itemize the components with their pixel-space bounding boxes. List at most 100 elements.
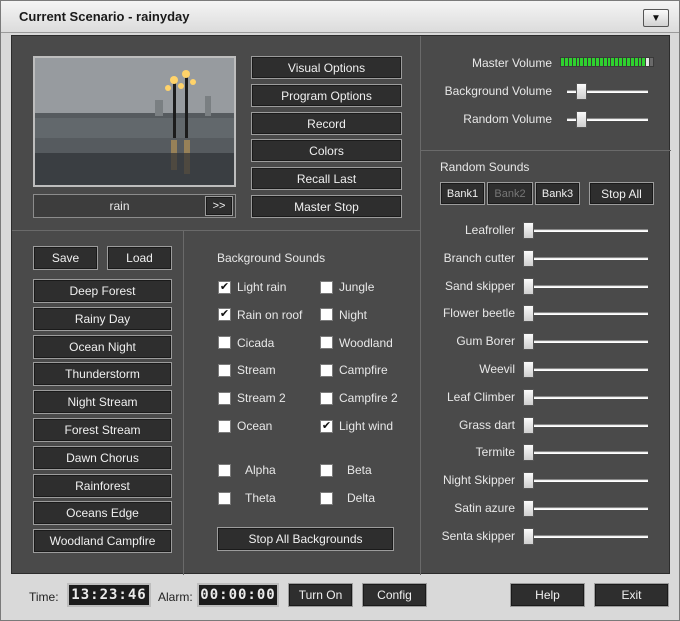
scenario-button[interactable]: Forest Stream	[33, 418, 172, 442]
checkbox[interactable]: ✔	[218, 308, 231, 322]
slider-thumb[interactable]	[523, 500, 534, 517]
alarm-label: Alarm:	[158, 590, 193, 604]
meter-segment	[642, 58, 646, 66]
random-sound-slider[interactable]	[523, 222, 648, 239]
background-sound-checkbox-row[interactable]: Stream 2	[218, 391, 286, 405]
scenario-button[interactable]: Deep Forest	[33, 279, 172, 303]
slider-thumb[interactable]	[523, 277, 534, 295]
scenario-button[interactable]: Night Stream	[33, 390, 172, 415]
random-sound-slider[interactable]	[523, 444, 648, 462]
turn-on-button[interactable]: Turn On	[288, 583, 353, 607]
background-sound-label: Campfire 2	[339, 391, 398, 406]
slider-thumb[interactable]	[523, 305, 534, 323]
stop-all-random-button[interactable]: Stop All	[589, 182, 654, 205]
background-sound-checkbox-row[interactable]: Campfire 2	[320, 391, 398, 405]
checkbox[interactable]: ✔	[218, 280, 231, 294]
scenario-button[interactable]: Thunderstorm	[33, 362, 172, 387]
exit-button[interactable]: Exit	[594, 583, 669, 607]
brainwave-checkbox-row[interactable]: Delta	[320, 491, 375, 505]
background-sound-checkbox-row[interactable]: Cicada	[218, 336, 274, 350]
brainwave-checkbox-row[interactable]: Theta	[218, 491, 276, 505]
background-sound-checkbox-row[interactable]: ✔ Rain on roof	[218, 308, 302, 322]
background-sound-checkbox-row[interactable]: Ocean	[218, 419, 272, 433]
checkbox[interactable]	[320, 336, 333, 350]
checkbox[interactable]	[218, 491, 231, 505]
slider-thumb[interactable]	[576, 83, 588, 100]
background-sound-label: Campfire	[339, 363, 388, 378]
checkbox[interactable]	[320, 463, 333, 477]
brainwave-checkbox-row[interactable]: Beta	[320, 463, 372, 477]
next-image-button[interactable]: >>	[205, 196, 233, 216]
random-sound-label: Flower beetle	[442, 306, 515, 321]
background-sound-checkbox-row[interactable]: Campfire	[320, 363, 388, 377]
background-sound-checkbox-row[interactable]: Woodland	[320, 336, 393, 350]
random-sound-slider[interactable]	[523, 305, 648, 323]
scenario-button[interactable]: Dawn Chorus	[33, 445, 172, 470]
slider-thumb[interactable]	[576, 111, 588, 128]
brainwave-checkbox-row[interactable]: Alpha	[218, 463, 276, 477]
visual-options-button[interactable]: Visual Options	[251, 56, 402, 79]
scenario-button[interactable]: Rainy Day	[33, 306, 172, 331]
random-sound-slider[interactable]	[523, 249, 648, 267]
slider-thumb[interactable]	[523, 388, 534, 406]
background-sound-checkbox-row[interactable]: ✔ Light rain	[218, 280, 286, 294]
checkbox[interactable]	[218, 336, 231, 350]
checkbox[interactable]	[218, 419, 231, 433]
slider-thumb[interactable]	[523, 222, 534, 239]
checkbox[interactable]	[320, 308, 333, 322]
slider-thumb[interactable]	[523, 472, 534, 490]
random-volume-slider[interactable]	[567, 111, 648, 128]
checkbox[interactable]: ✔	[320, 419, 333, 433]
meter-segment	[634, 58, 638, 66]
meter-segment	[619, 58, 622, 66]
checkbox[interactable]	[320, 491, 333, 505]
scenario-button[interactable]: Woodland Campfire	[33, 529, 172, 554]
random-sound-slider[interactable]	[523, 333, 648, 351]
program-options-button[interactable]: Program Options	[251, 84, 402, 107]
background-sound-checkbox-row[interactable]: ✔ Light wind	[320, 419, 393, 433]
slider-thumb[interactable]	[523, 416, 534, 434]
random-sound-label: Weevil	[479, 362, 515, 376]
checkbox[interactable]	[218, 463, 231, 477]
load-button[interactable]: Load	[107, 246, 172, 270]
slider-thumb[interactable]	[523, 249, 534, 267]
scenario-button[interactable]: Ocean Night	[33, 334, 172, 359]
save-button[interactable]: Save	[33, 246, 98, 270]
meter-segment	[607, 58, 611, 66]
window-menu-button[interactable]: ▼	[643, 9, 669, 27]
slider-thumb[interactable]	[523, 361, 534, 378]
slider-thumb[interactable]	[523, 333, 534, 351]
record-button[interactable]: Record	[251, 112, 402, 135]
config-button[interactable]: Config	[362, 583, 427, 607]
checkbox[interactable]	[320, 363, 333, 377]
background-sound-checkbox-row[interactable]: Stream	[218, 363, 276, 377]
random-sound-slider[interactable]	[523, 527, 648, 545]
random-sound-slider[interactable]	[523, 361, 648, 378]
checkbox[interactable]	[218, 363, 231, 377]
master-volume-meter[interactable]	[560, 57, 654, 67]
bank3-button[interactable]: Bank3	[535, 182, 580, 205]
slider-thumb[interactable]	[523, 444, 534, 462]
background-sound-checkbox-row[interactable]: Night	[320, 308, 367, 322]
bank1-button[interactable]: Bank1	[440, 182, 485, 205]
recall-last-button[interactable]: Recall Last	[251, 167, 402, 190]
background-sound-checkbox-row[interactable]: Jungle	[320, 280, 374, 294]
slider-thumb[interactable]	[523, 527, 534, 545]
master-stop-button[interactable]: Master Stop	[251, 195, 402, 218]
random-sound-slider[interactable]	[523, 277, 648, 295]
colors-button[interactable]: Colors	[251, 139, 402, 162]
checkbox[interactable]	[320, 391, 333, 405]
scenario-button[interactable]: Oceans Edge	[33, 501, 172, 526]
random-sound-slider[interactable]	[523, 388, 648, 406]
bank2-button[interactable]: Bank2	[487, 182, 533, 205]
scenario-button[interactable]: Rainforest	[33, 473, 172, 498]
background-volume-slider[interactable]	[567, 83, 648, 100]
help-button[interactable]: Help	[510, 583, 585, 607]
checkbox[interactable]	[218, 391, 231, 405]
stop-all-backgrounds-button[interactable]: Stop All Backgrounds	[217, 527, 394, 551]
random-sound-slider[interactable]	[523, 472, 648, 490]
random-sound-label: Senta skipper	[441, 528, 515, 543]
random-sound-slider[interactable]	[523, 416, 648, 434]
random-sound-slider[interactable]	[523, 500, 648, 517]
checkbox[interactable]	[320, 280, 333, 294]
